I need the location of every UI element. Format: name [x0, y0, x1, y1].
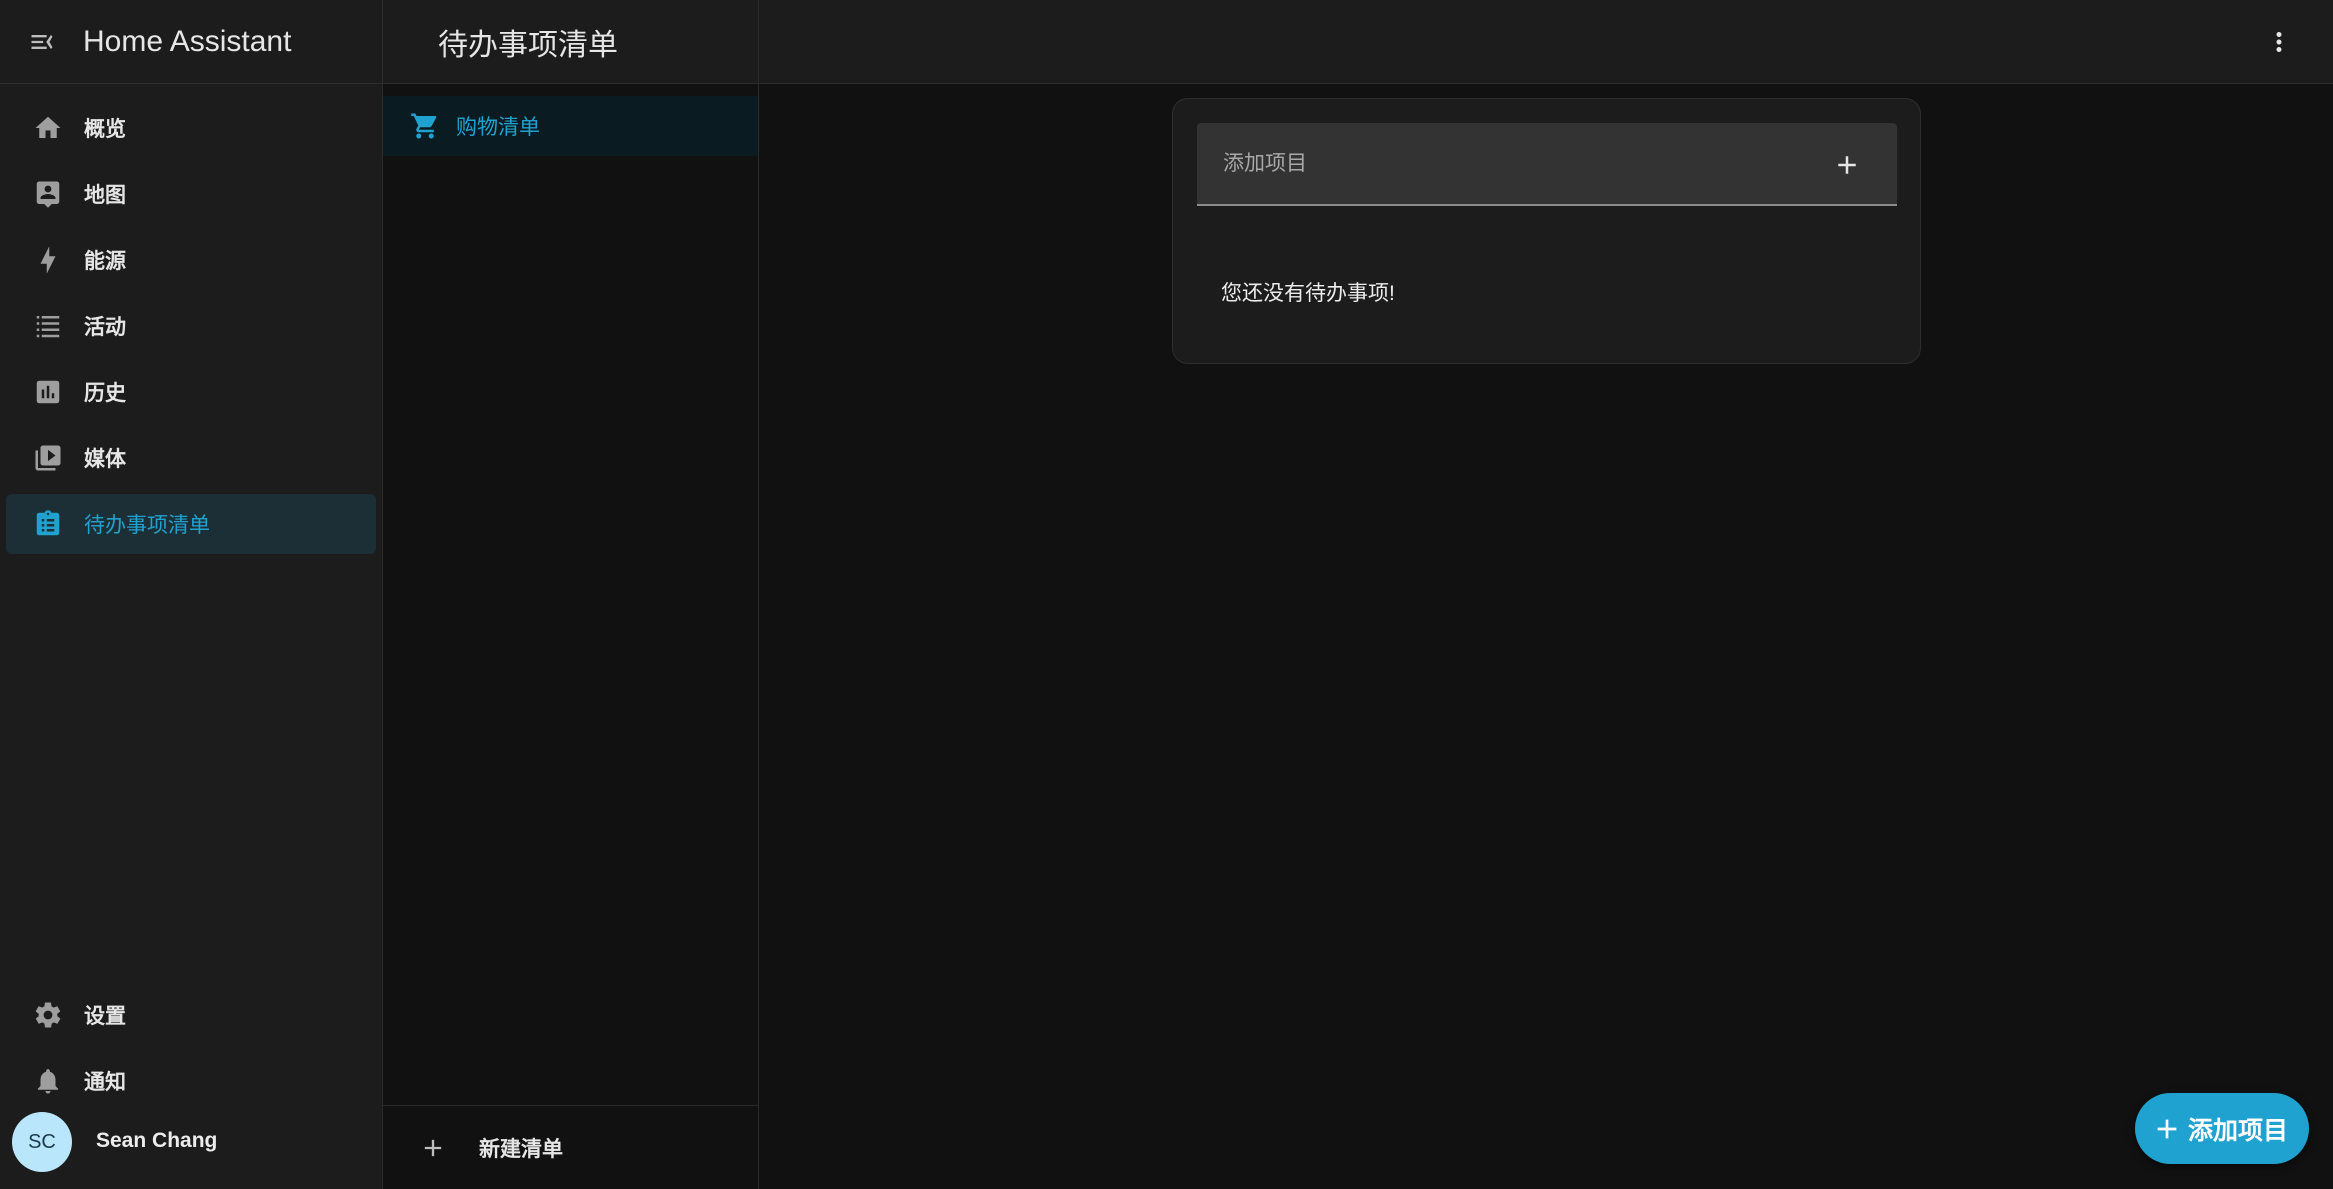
sidebar: Home Assistant 概览 地图 能源 活动 历史 媒体 待办事项清单 …	[0, 0, 383, 1189]
sidebar-item-label: 设置	[84, 1005, 126, 1028]
sidebar-item-label: 地图	[84, 184, 126, 207]
sidebar-nav: 概览 地图 能源 活动 历史 媒体 待办事项清单	[0, 84, 382, 554]
sidebar-item-logbook[interactable]: 活动	[6, 296, 376, 356]
app-title: Home Assistant	[83, 24, 292, 58]
add-item-input[interactable]	[1221, 123, 1781, 204]
sidebar-item-label: 能源	[84, 250, 126, 273]
sidebar-item-history[interactable]: 历史	[6, 362, 376, 422]
sidebar-item-settings[interactable]: 设置	[6, 985, 376, 1045]
cart-icon	[405, 106, 445, 146]
add-item-plus-icon[interactable]	[1827, 145, 1867, 185]
sidebar-item-media[interactable]: 媒体	[6, 428, 376, 488]
lightning-icon	[28, 240, 68, 280]
page-title: 待办事项清单	[438, 28, 618, 62]
media-icon	[28, 438, 68, 478]
sidebar-bottom: 设置 通知	[0, 979, 382, 1117]
sidebar-item-label: 媒体	[84, 448, 126, 471]
fab-label: 添加项目	[2188, 1116, 2289, 1145]
clipboard-list-icon	[28, 504, 68, 544]
top-bar	[759, 0, 2333, 84]
sidebar-header: Home Assistant	[0, 0, 382, 84]
sidebar-item-label: 通知	[84, 1071, 126, 1094]
sidebar-item-notifications[interactable]: 通知	[6, 1051, 376, 1111]
new-list-label: 新建清单	[479, 1137, 563, 1161]
gear-icon	[28, 995, 68, 1035]
sidebar-item-label: 概览	[84, 118, 126, 141]
todo-card: 您还没有待办事项!	[1172, 98, 1921, 364]
menu-collapse-icon[interactable]	[26, 26, 58, 58]
more-vert-icon[interactable]	[2259, 22, 2299, 62]
empty-message: 您还没有待办事项!	[1221, 282, 1395, 305]
list-icon	[28, 306, 68, 346]
panel-header: 待办事项清单	[383, 0, 758, 84]
sidebar-item-label: 活动	[84, 316, 126, 339]
sidebar-item-label: 历史	[84, 382, 126, 405]
bell-icon	[28, 1061, 68, 1101]
sidebar-item-map[interactable]: 地图	[6, 164, 376, 224]
chart-icon	[28, 372, 68, 412]
user-name[interactable]: Sean Chang	[96, 1129, 217, 1153]
todo-lists-panel: 待办事项清单 购物清单 新建清单	[383, 0, 759, 1189]
map-icon	[28, 174, 68, 214]
sidebar-item-label: 待办事项清单	[84, 514, 210, 537]
list-item-label: 购物清单	[456, 116, 540, 139]
add-item-field[interactable]	[1197, 123, 1897, 206]
plus-icon	[413, 1128, 453, 1168]
add-item-fab[interactable]: 添加项目	[2135, 1093, 2309, 1164]
plus-icon	[2149, 1111, 2185, 1147]
sidebar-item-todo[interactable]: 待办事项清单	[6, 494, 376, 554]
sidebar-item-energy[interactable]: 能源	[6, 230, 376, 290]
sidebar-item-overview[interactable]: 概览	[6, 98, 376, 158]
list-item-shopping[interactable]: 购物清单	[383, 96, 758, 156]
avatar[interactable]: SC	[12, 1112, 72, 1172]
new-list-button[interactable]: 新建清单	[383, 1105, 758, 1189]
home-icon	[28, 108, 68, 148]
